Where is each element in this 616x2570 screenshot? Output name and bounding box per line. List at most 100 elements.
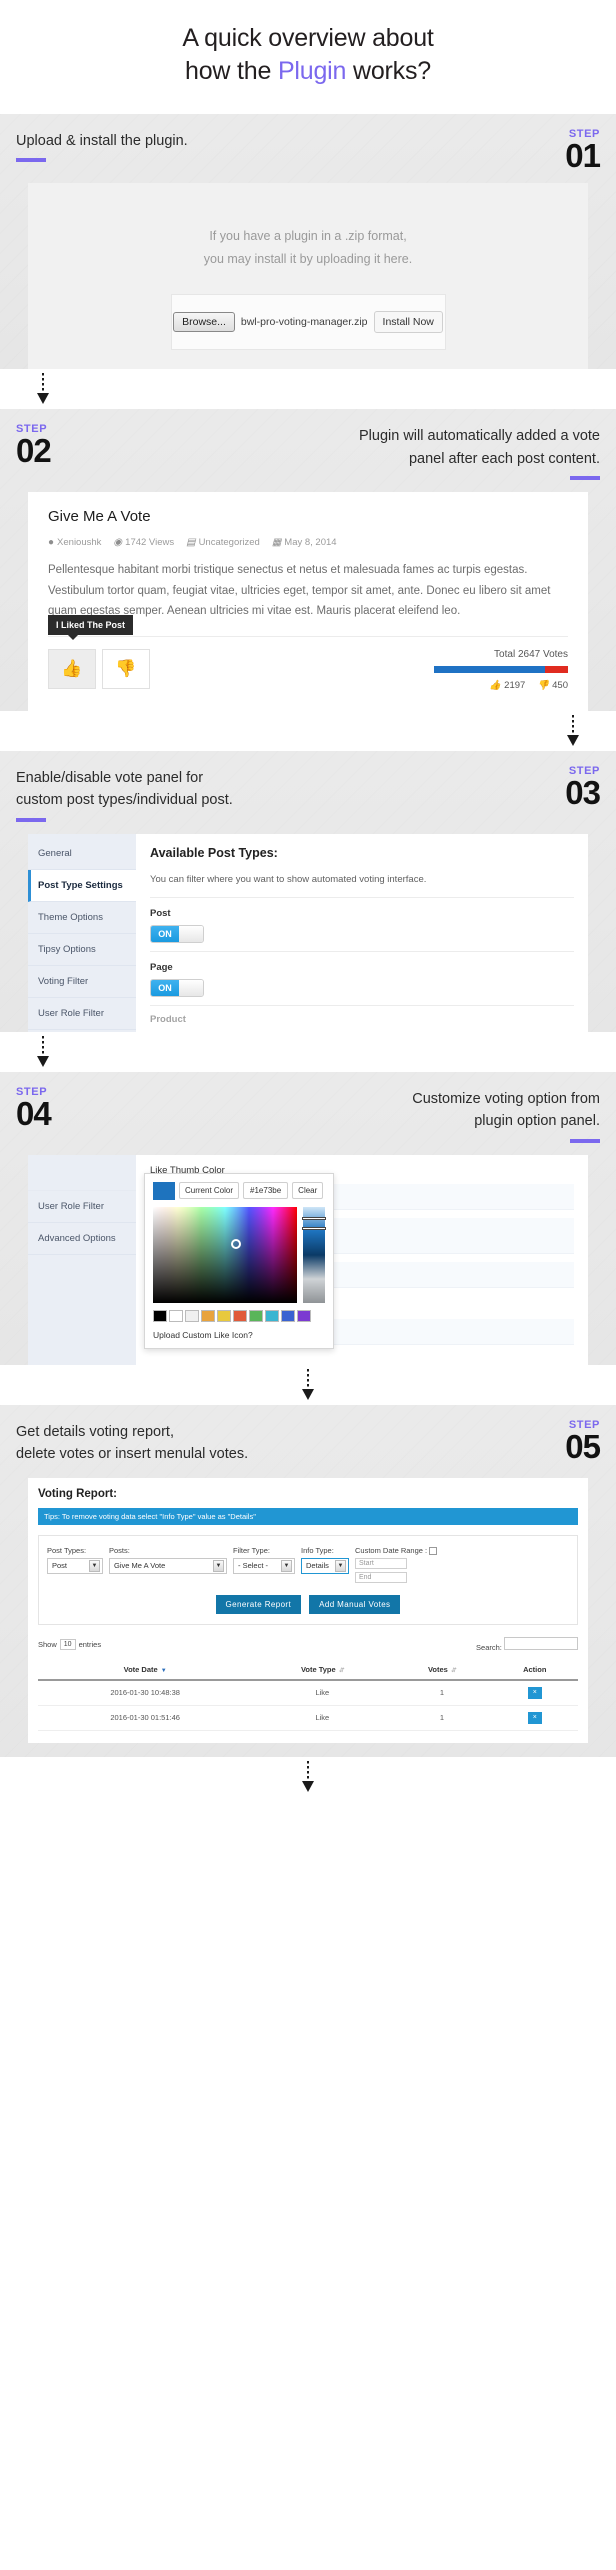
hue-slider[interactable]: [302, 1206, 326, 1303]
upload-message-line1: If you have a plugin in a .zip format,: [209, 229, 407, 244]
post-types-select[interactable]: Post ▼: [47, 1557, 103, 1574]
sidebar-item-advanced-options[interactable]: Advanced Options: [28, 1223, 136, 1255]
date-range-checkbox[interactable]: [429, 1546, 438, 1555]
browse-button[interactable]: Browse...: [173, 311, 235, 332]
filter-info-type: Info Type: Details ▼: [301, 1546, 349, 1574]
swatch-yellow[interactable]: [217, 1309, 231, 1322]
step-number: 02: [16, 432, 52, 470]
delete-vote-button[interactable]: ×: [527, 1711, 542, 1724]
column-vote-date[interactable]: Vote Date ▼: [38, 1659, 253, 1681]
column-vote-type[interactable]: Vote Type ⇵: [252, 1659, 393, 1681]
post-meta: ● Xenioushk ◉ 1742 Views ▤ Uncategorized ▦ M…: [48, 537, 568, 548]
upload-box: Browse... bwl-pro-voting-manager.zip Ins…: [170, 293, 446, 350]
sidebar-item-general[interactable]: General: [28, 838, 136, 870]
color-hex-input[interactable]: #1e73be: [243, 1182, 289, 1200]
add-manual-votes-button[interactable]: Add Manual Votes: [309, 1594, 401, 1614]
connector-1-2: [0, 369, 616, 410]
filter-post-types: Post Types: Post ▼: [47, 1546, 103, 1574]
available-post-types-heading: Available Post Types:: [150, 845, 278, 860]
post-type-row-product-partial: Product: [150, 1013, 186, 1025]
page-toggle[interactable]: ON: [150, 978, 204, 997]
like-button[interactable]: 👍: [48, 648, 96, 689]
column-votes[interactable]: Votes ⇵: [392, 1659, 492, 1681]
hue-slider-handle[interactable]: [302, 1216, 326, 1220]
swatch-green[interactable]: [249, 1309, 263, 1322]
swatch-black[interactable]: [153, 1309, 167, 1322]
sidebar-item-post-type-settings[interactable]: Post Type Settings: [28, 869, 136, 902]
thumb-down-icon: 👎: [537, 679, 550, 691]
color-swatch-row: [153, 1309, 325, 1322]
clear-color-button[interactable]: Clear: [292, 1182, 324, 1200]
filter-label: Info Type:: [301, 1545, 334, 1555]
chevron-down-icon: ▼: [213, 1559, 224, 1572]
sidebar-item-user-role-filter[interactable]: User Role Filter: [28, 1191, 136, 1223]
eye-icon: ◉: [113, 537, 123, 549]
settings-screenshot: General Post Type Settings Theme Options…: [28, 833, 588, 1032]
dislike-count: 👎 450: [537, 679, 568, 691]
connector-tail: [0, 1756, 616, 1797]
step-04-title-line2: plugin option panel.: [474, 1113, 600, 1130]
down-arrow-icon: [301, 1760, 315, 1792]
sidebar-item-tipsy-options[interactable]: Tipsy Options: [28, 934, 136, 966]
infographic-page: A quick overview about how the Plugin wo…: [0, 0, 616, 1797]
install-now-button[interactable]: Install Now: [373, 310, 443, 333]
hue-slider-handle-secondary[interactable]: [302, 1226, 326, 1230]
report-filters: Post Types: Post ▼ Posts: Give Me A Vote…: [38, 1534, 578, 1625]
settings-body: Available Post Types: You can filter whe…: [136, 834, 588, 1032]
toggle-on-label: ON: [151, 925, 179, 942]
sidebar-item-theme-options[interactable]: Theme Options: [28, 902, 136, 934]
cell-vote-date: 2016-01-30 01:51:46: [38, 1705, 253, 1731]
dislike-bar-segment: [545, 665, 568, 673]
date-range-inputs: Start End: [355, 1557, 437, 1583]
customize-sidebar: User Role Filter Advanced Options: [28, 1154, 136, 1365]
swatch-blue[interactable]: [281, 1309, 295, 1322]
cell-vote-type: Like: [252, 1705, 393, 1731]
swatch-orange[interactable]: [201, 1309, 215, 1322]
post-toggle[interactable]: ON: [150, 924, 204, 943]
customize-screenshot: User Role Filter Advanced Options Like T…: [28, 1154, 588, 1365]
filter-type-select[interactable]: - Select - ▼: [233, 1557, 295, 1574]
step-03-header: Enable/disable vote panel for custom pos…: [16, 765, 601, 822]
meta-category: ▤ Uncategorized: [186, 537, 260, 549]
swatch-cyan[interactable]: [265, 1309, 279, 1322]
report-table-wrap: Show 10 entries Search: Vote Date ▼ Vote …: [38, 1636, 578, 1731]
generate-report-button[interactable]: Generate Report: [215, 1594, 302, 1614]
meta-date: ▦ May 8, 2014: [271, 537, 337, 549]
date-end-input[interactable]: End: [355, 1571, 407, 1583]
accent-rule: [16, 158, 46, 163]
swatch-red[interactable]: [233, 1309, 247, 1322]
color-selector-handle[interactable]: [230, 1239, 241, 1250]
post-heading: Give Me A Vote: [48, 508, 151, 526]
sidebar-item-voting-filter[interactable]: Voting Filter: [28, 966, 136, 998]
current-color-button[interactable]: Current Color: [179, 1182, 240, 1200]
swatch-white[interactable]: [169, 1309, 183, 1322]
info-type-select[interactable]: Details ▼: [301, 1557, 349, 1574]
post-type-row-page: Page ON: [150, 952, 574, 1006]
vote-ratio-bar: [434, 665, 568, 673]
sort-icon: ⇵: [450, 1667, 456, 1674]
selected-filename: bwl-pro-voting-manager.zip: [240, 315, 368, 328]
upload-row: Browse... bwl-pro-voting-manager.zip Ins…: [172, 310, 445, 333]
entries-selector: Show 10 entries: [38, 1638, 101, 1650]
show-label: Show: [38, 1639, 57, 1649]
color-picker-popup[interactable]: Current Color #1e73be Clear Upload Custo…: [144, 1172, 334, 1349]
step-number: 04: [16, 1094, 52, 1132]
delete-vote-button[interactable]: ×: [527, 1686, 542, 1699]
dislike-button[interactable]: 👎: [102, 648, 150, 689]
search-input[interactable]: [504, 1636, 578, 1650]
posts-select[interactable]: Give Me A Vote ▼: [109, 1557, 227, 1574]
post-type-label: Page: [150, 961, 173, 973]
swatch-purple[interactable]: [297, 1309, 311, 1322]
sidebar-item-user-role-filter[interactable]: User Role Filter: [28, 998, 136, 1030]
step-01-title: Upload & install the plugin.: [16, 133, 188, 149]
swatch-light-gray[interactable]: [185, 1309, 199, 1322]
step-03-section: Enable/disable vote panel for custom pos…: [0, 751, 616, 1032]
post-type-label: Post: [150, 907, 171, 919]
date-start-input[interactable]: Start: [355, 1557, 407, 1569]
entries-count-select[interactable]: 10: [59, 1638, 76, 1650]
down-arrow-icon: [301, 1368, 315, 1400]
page-title-accent: Plugin: [277, 57, 347, 85]
report-actions: Generate Report Add Manual Votes: [47, 1594, 569, 1614]
step-05-number-block: STEP 05: [530, 1419, 601, 1463]
saturation-value-field[interactable]: [153, 1206, 297, 1303]
